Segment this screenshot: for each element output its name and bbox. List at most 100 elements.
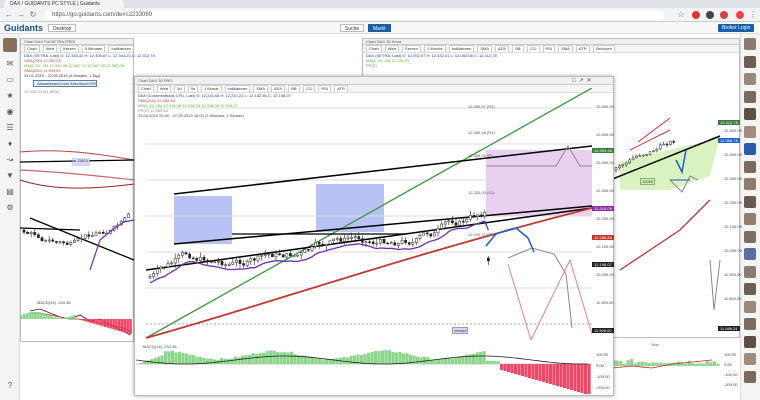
toolbar-button[interactable]: SMA [477,45,493,52]
url-field[interactable]: https://go.guidants.com/de#c2233069 [44,10,664,20]
right-macd-canvas[interactable] [612,350,722,380]
user-avatar[interactable] [744,353,756,365]
histogram-bar [658,362,663,366]
user-avatar[interactable] [744,55,756,68]
browser-tab[interactable]: DAX / GUIDANTS PC STYLE | Guidants [4,0,124,8]
histogram-bar [73,314,76,319]
candle-body [487,257,490,262]
extension-icon[interactable] [692,11,700,19]
user-avatar[interactable] [3,38,17,52]
user-avatar[interactable] [744,73,756,85]
settings-icon[interactable]: ⚙ [4,202,16,214]
histogram-bar [25,313,29,319]
list-icon[interactable]: ☰ [4,122,16,134]
main-macd-canvas[interactable] [136,350,592,394]
candle-body [350,237,353,239]
candle-body [83,234,87,239]
user-avatar[interactable] [744,213,756,225]
candle-body [80,237,83,240]
news-icon[interactable]: ▤ [4,186,16,198]
chat-icon[interactable]: ✉ [4,58,16,70]
user-avatar[interactable] [744,265,756,278]
toolbar-button[interactable]: Kerzen [60,45,79,52]
user-avatar[interactable] [744,335,756,348]
toolbar-button[interactable]: Zeichnen [592,45,616,52]
toolbar-button[interactable]: SMA [558,45,573,52]
candle-body [213,261,217,264]
search-button[interactable]: Suche [340,24,365,32]
candle-body [271,253,274,258]
candle-body [631,157,635,161]
toolbar-button[interactable]: Kerzen [402,45,421,52]
toolbar-button[interactable]: 5 Minuten [81,45,106,52]
histogram-bar [328,359,332,364]
histogram-bar [70,315,73,319]
desktop-button[interactable]: Desktop [48,24,77,32]
user-avatar[interactable] [744,160,756,173]
main-panel-title[interactable]: Chart DAX 30 PRO [135,77,613,85]
eye-icon[interactable]: ◉ [4,106,16,118]
main-chart-canvas[interactable] [136,88,592,340]
verlauf-tag[interactable]: Verlauf [452,327,469,334]
toolbar-button[interactable]: Wert [42,45,58,52]
user-avatar[interactable] [744,125,756,138]
user-avatar[interactable] [744,318,756,330]
user-avatar[interactable] [744,143,756,155]
user-avatar[interactable] [744,370,756,383]
user-avatar[interactable] [744,90,756,103]
histogram-bar [472,354,476,364]
user-avatar[interactable] [744,108,756,120]
bell-icon[interactable]: ♦ [4,138,16,150]
profile-avatar[interactable] [736,11,744,19]
markt-button[interactable]: Markt [368,24,391,32]
user-avatar[interactable] [744,38,756,50]
toolbar-button[interactable]: Chart [366,45,382,52]
user-avatar[interactable] [744,195,756,208]
toolbar-button[interactable]: Indikatoren [108,45,133,52]
toolbar-button[interactable]: CCI [526,45,540,52]
histogram-bar [566,364,570,389]
toolbar-button[interactable]: Wert [384,45,400,52]
toolbar-button[interactable]: BB [512,45,524,52]
toolbar-button[interactable]: ATR [575,45,590,52]
window-controls[interactable]: □↗✕ [572,77,595,84]
toolbar-button[interactable]: ADX [495,45,510,52]
monitor-icon[interactable]: ▭ [4,74,16,86]
toolbar-button[interactable]: Chart [24,45,40,52]
candle-body [22,229,26,233]
user-avatar[interactable] [744,283,756,295]
candle-body [618,165,621,169]
extension-icon-2[interactable] [706,11,714,19]
user-avatar[interactable] [744,178,756,190]
histogram-bar [619,361,623,366]
annotation-badge[interactable]: Abwarteband vom Allzeithoch!!!!!!! [33,80,97,87]
user-avatar[interactable] [744,248,756,260]
toolbar-button[interactable]: 1 Woche [423,45,446,52]
toolbar-button[interactable]: RSI [542,45,556,52]
left-macd-canvas[interactable] [20,305,134,340]
left-chart-canvas[interactable] [20,110,134,310]
help-icon[interactable]: ? [4,380,16,392]
chart-icon[interactable]: ↝ [4,154,16,166]
toolbar-button[interactable]: Indikatoren [448,45,475,52]
user-avatar[interactable] [744,230,756,243]
macd-axis-label: -100,00 [596,374,610,379]
filter-icon[interactable]: ▼ [4,170,16,182]
candle-body [638,155,642,157]
star-icon[interactable]: ☆ [676,10,686,20]
app-logo[interactable]: Guidants [4,23,43,33]
user-avatar[interactable] [744,300,756,313]
candle-body [465,218,469,223]
broker-login-button[interactable]: Broker Login [718,24,755,32]
candle-body [310,246,314,251]
histogram-bar [367,352,371,364]
extension-icon-3[interactable] [720,11,728,19]
menu-icon[interactable]: ⋮ [748,10,758,20]
candle-body [425,232,429,235]
star-list-icon[interactable]: ★ [4,90,16,102]
forward-icon[interactable]: → [16,10,26,20]
back-icon[interactable]: ← [4,10,14,20]
reload-icon[interactable]: ↻ [28,10,38,20]
candle-body [321,243,325,246]
candle-body [91,235,94,237]
